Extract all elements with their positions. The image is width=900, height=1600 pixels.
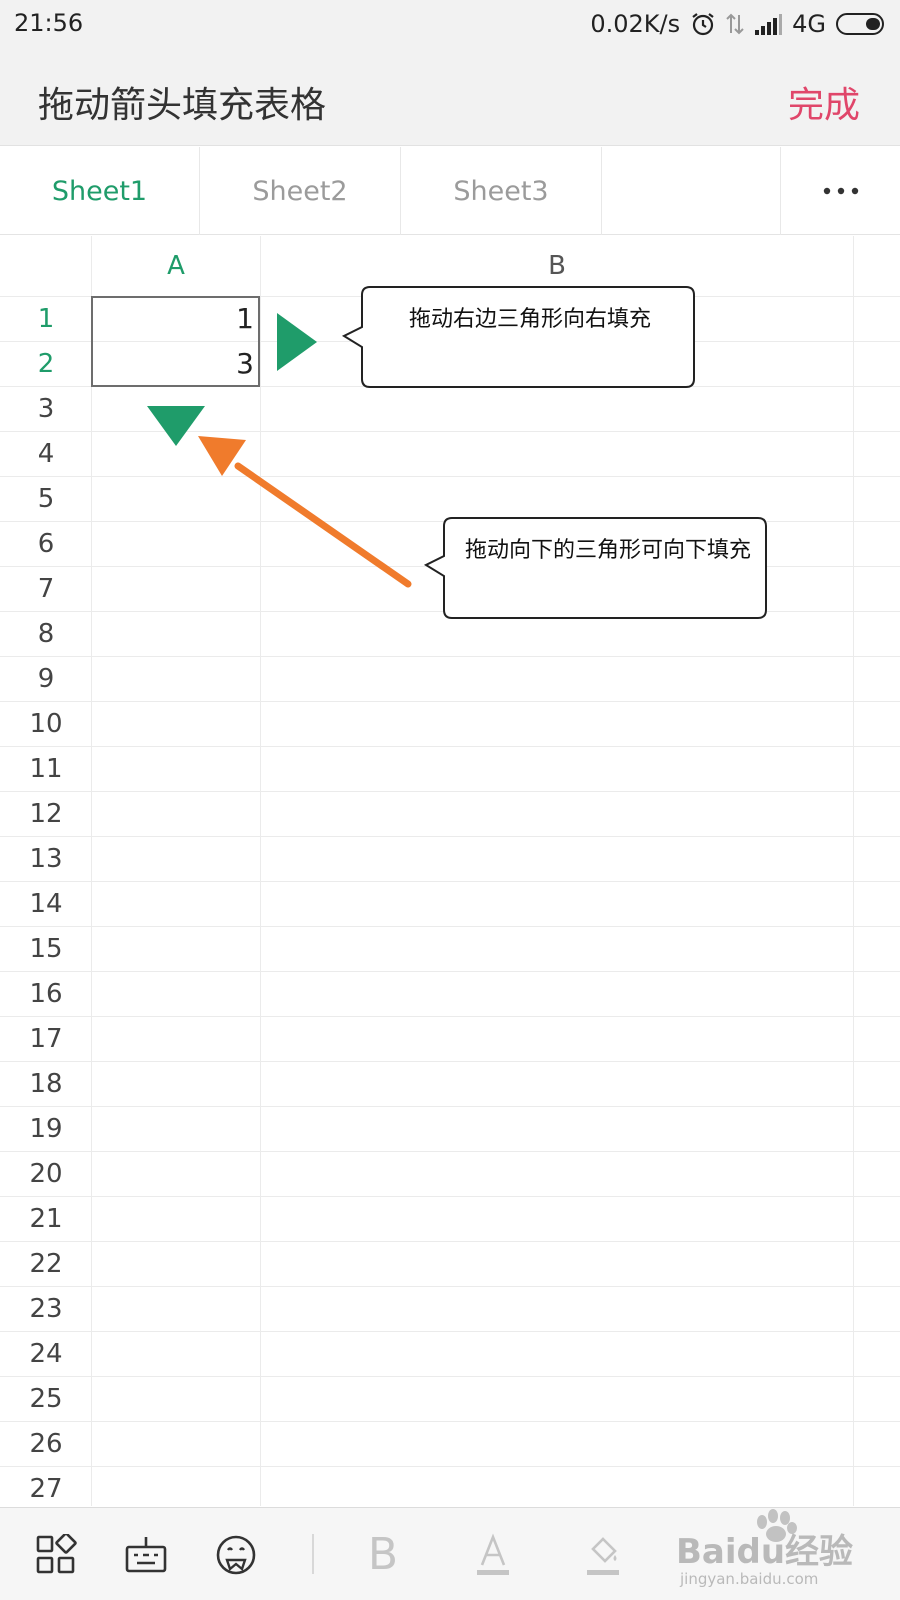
row-header[interactable]: 25 [0, 1376, 92, 1421]
row-header[interactable]: 15 [0, 926, 92, 971]
network-speed: 0.02K/s [590, 10, 681, 38]
tab-sheet2[interactable]: Sheet2 [200, 147, 401, 235]
row-header[interactable]: 26 [0, 1421, 92, 1466]
title-bar: 拖动箭头填充表格 完成 [0, 48, 900, 146]
row-header[interactable]: 20 [0, 1151, 92, 1196]
apps-button[interactable] [16, 1508, 96, 1600]
font-color-button[interactable] [453, 1508, 533, 1600]
row-header[interactable]: 22 [0, 1241, 92, 1286]
grid-line [0, 1016, 900, 1017]
status-time: 21:56 [14, 9, 84, 37]
bold-button[interactable]: B [343, 1508, 423, 1600]
battery-icon [836, 12, 886, 36]
row-header[interactable]: 16 [0, 971, 92, 1016]
data-transfer-icon [726, 11, 744, 37]
network-type: 4G [792, 10, 826, 38]
row-header[interactable]: 23 [0, 1286, 92, 1331]
grid-line [0, 836, 900, 837]
signal-icon [754, 12, 783, 36]
row-header[interactable]: 27 [0, 1466, 92, 1506]
row-header[interactable]: 14 [0, 881, 92, 926]
app-root: 21:56 0.02K/s 4G 拖动箭头填充表格 完成 Sheet1 Shee… [0, 0, 900, 1600]
keyboard-button[interactable] [106, 1508, 186, 1600]
grid-line [0, 1286, 900, 1287]
grid-line [0, 1376, 900, 1377]
status-icons: 0.02K/s 4G [590, 9, 886, 39]
font-color-icon [477, 1532, 509, 1575]
row-header[interactable]: 17 [0, 1016, 92, 1061]
fill-bucket-icon [587, 1536, 619, 1575]
grid-line [0, 881, 900, 882]
row-header[interactable]: 21 [0, 1196, 92, 1241]
status-bar: 21:56 0.02K/s 4G [0, 0, 900, 48]
grid-line [0, 1196, 900, 1197]
fill-color-button[interactable] [563, 1508, 643, 1600]
grid-line [0, 1241, 900, 1242]
watermark-domain: jingyan.baidu.com [680, 1570, 819, 1588]
toolbar-divider [312, 1534, 314, 1574]
grid-line [0, 1061, 900, 1062]
grid-line [0, 1151, 900, 1152]
grid-line [0, 1421, 900, 1422]
row-header[interactable]: 19 [0, 1106, 92, 1151]
apps-grid-icon [36, 1533, 77, 1573]
row-header[interactable]: 18 [0, 1061, 92, 1106]
watermark-brand: Baidu经验 [676, 1532, 854, 1572]
more-icon [823, 187, 858, 195]
baidu-watermark: Baidu经验 jingyan.baidu.com [676, 1502, 900, 1600]
grid-line [0, 1106, 900, 1107]
alarm-icon [690, 11, 716, 37]
grid-line [0, 1331, 900, 1332]
tab-sheet1[interactable]: Sheet1 [0, 147, 200, 235]
grid-line [0, 926, 900, 927]
row-header[interactable]: 13 [0, 836, 92, 881]
tab-sheet3[interactable]: Sheet3 [401, 147, 602, 235]
grid-line [0, 971, 900, 972]
emoji-button[interactable] [196, 1508, 276, 1600]
done-button[interactable]: 完成 [788, 76, 860, 128]
sheet-tab-bar: Sheet1 Sheet2 Sheet3 [0, 147, 900, 235]
orange-arrow-icon [198, 436, 412, 588]
more-tabs-button[interactable] [780, 147, 900, 235]
emoji-icon [216, 1535, 256, 1574]
page-title: 拖动箭头填充表格 [38, 85, 327, 126]
spreadsheet-grid[interactable]: A B 1 2 3 4 5 6 7 8 9 10 11 12 13 14 15 16 17 18 19 20 21 22 2… [0, 236, 900, 1506]
keyboard-icon [125, 1536, 167, 1572]
grid-line [0, 1466, 900, 1467]
row-header[interactable]: 24 [0, 1331, 92, 1376]
